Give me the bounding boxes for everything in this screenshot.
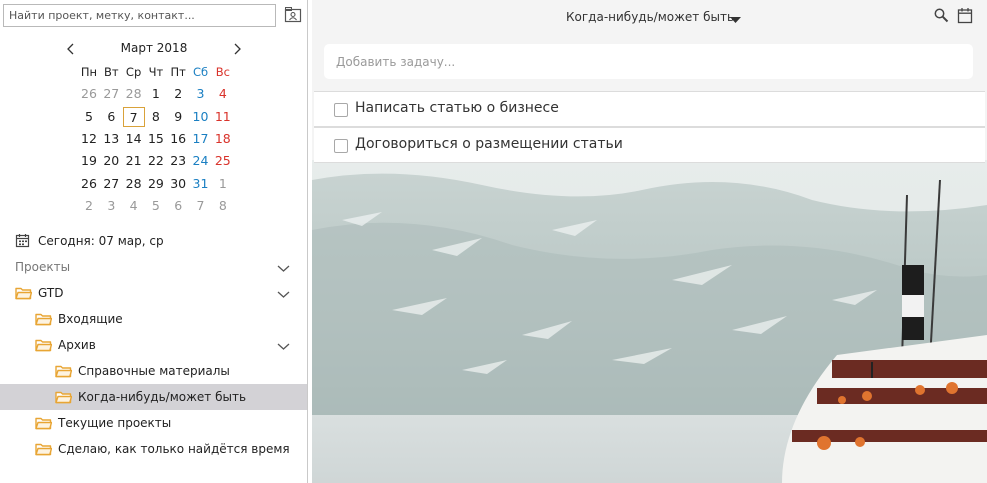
calendar-weekday: Сб: [192, 65, 209, 79]
calendar-weekday: Пн: [80, 65, 98, 79]
calendar-day[interactable]: 3: [100, 196, 122, 216]
task-checkbox[interactable]: [334, 139, 348, 153]
search-icon[interactable]: [934, 8, 949, 26]
sidebar: Март 2018 ПнВтСрЧтПтСбВс2627281234567891…: [0, 0, 308, 483]
calendar-weekday: Чт: [148, 65, 164, 79]
calendar-day[interactable]: 23: [167, 151, 189, 171]
calendar-day[interactable]: 25: [212, 151, 234, 171]
task-row[interactable]: Договориться о размещении статьи: [314, 127, 985, 163]
folder-icon: [35, 416, 53, 433]
calendar-weekday: Пт: [170, 65, 186, 79]
main-header: Когда-нибудь/может быть: [312, 0, 987, 34]
calendar-day[interactable]: 8: [145, 107, 167, 127]
calendar-day[interactable]: 3: [190, 84, 212, 104]
calendar-day[interactable]: 19: [78, 151, 100, 171]
calendar-day[interactable]: 29: [145, 174, 167, 194]
project-tree-item[interactable]: Справочные материалы: [0, 358, 307, 384]
folder-icon: [55, 364, 73, 381]
calendar-day[interactable]: 7: [190, 196, 212, 216]
projects-section-header[interactable]: Проекты: [0, 254, 307, 280]
task-label[interactable]: Написать статью о бизнесе: [355, 100, 559, 116]
calendar-day[interactable]: 24: [190, 151, 212, 171]
calendar-weekday: Ср: [125, 65, 142, 79]
calendar-weekday: Вт: [104, 65, 119, 79]
calendar-day[interactable]: 26: [78, 84, 100, 104]
project-label: Когда-нибудь/может быть: [78, 390, 247, 404]
folder-icon: [35, 312, 53, 329]
project-tree-item[interactable]: GTD: [0, 280, 307, 306]
chevron-right-icon[interactable]: [230, 41, 244, 57]
task-label[interactable]: Договориться о размещении статьи: [355, 136, 623, 152]
folder-icon: [35, 442, 53, 459]
calendar-day[interactable]: 27: [100, 174, 122, 194]
calendar-day[interactable]: 28: [123, 84, 145, 104]
calendar-day[interactable]: 18: [212, 129, 234, 149]
calendar-day[interactable]: 11: [212, 107, 234, 127]
calendar-month-label: Март 2018: [120, 41, 188, 55]
project-tree-item[interactable]: Входящие: [0, 306, 307, 332]
calendar-day[interactable]: 5: [78, 107, 100, 127]
calendar-day[interactable]: 6: [100, 107, 122, 127]
task-checkbox[interactable]: [334, 103, 348, 117]
calendar-day[interactable]: 17: [190, 129, 212, 149]
calendar-day[interactable]: 13: [100, 129, 122, 149]
calendar-day[interactable]: 15: [145, 129, 167, 149]
calendar-day[interactable]: 22: [145, 151, 167, 171]
calendar-day[interactable]: 1: [212, 174, 234, 194]
calendar-header: Март 2018: [60, 40, 250, 58]
add-task-input[interactable]: [324, 44, 973, 79]
project-label: Входящие: [58, 312, 123, 326]
folder-icon: [55, 390, 73, 407]
calendar-day[interactable]: 14: [123, 129, 145, 149]
project-label: Текущие проекты: [58, 416, 172, 430]
search-row: [3, 4, 305, 28]
project-label: Архив: [58, 338, 96, 352]
calendar-day[interactable]: 10: [190, 107, 212, 127]
calendar-weekday: Вс: [215, 65, 230, 79]
calendar-day[interactable]: 2: [167, 84, 189, 104]
calendar-day[interactable]: 26: [78, 174, 100, 194]
view-title[interactable]: Когда-нибудь/может быть: [566, 10, 734, 24]
calendar-day[interactable]: 9: [167, 107, 189, 127]
folder-icon: [35, 338, 53, 355]
calendar-day[interactable]: 8: [212, 196, 234, 216]
calendar-day[interactable]: 1: [145, 84, 167, 104]
calendar-day[interactable]: 12: [78, 129, 100, 149]
main-panel: Когда-нибудь/может быть Написать статью …: [312, 0, 987, 483]
calendar-day[interactable]: 5: [145, 196, 167, 216]
project-tree-item[interactable]: Когда-нибудь/может быть: [0, 384, 307, 410]
calendar-day[interactable]: 16: [167, 129, 189, 149]
project-label: GTD: [38, 286, 64, 300]
project-tree-item[interactable]: Сделаю, как только найдётся время: [0, 436, 307, 462]
calendar-day[interactable]: 20: [100, 151, 122, 171]
folder-icon: [15, 286, 33, 303]
projects-header-label: Проекты: [15, 260, 71, 274]
search-input[interactable]: [3, 4, 276, 27]
calendar-day[interactable]: 7: [122, 106, 145, 127]
chevron-down-icon[interactable]: [277, 340, 290, 354]
caret-down-icon[interactable]: [730, 13, 741, 27]
project-label: Справочные материалы: [78, 364, 230, 378]
calendar-day[interactable]: 31: [190, 174, 212, 194]
chevron-down-icon[interactable]: [277, 288, 290, 302]
calendar-day[interactable]: 21: [123, 151, 145, 171]
calendar-day[interactable]: 4: [212, 84, 234, 104]
calendar-day[interactable]: 30: [167, 174, 189, 194]
calendar-day[interactable]: 4: [123, 196, 145, 216]
chevron-down-icon[interactable]: [277, 262, 290, 276]
today-label: Сегодня: 07 мар, ср: [38, 234, 164, 248]
contact-card-icon[interactable]: [284, 6, 302, 24]
calendar-day[interactable]: 28: [123, 174, 145, 194]
calendar-day[interactable]: 2: [78, 196, 100, 216]
calendar-view-icon[interactable]: [957, 7, 973, 27]
calendar-day[interactable]: 6: [167, 196, 189, 216]
lake-ship-background-image: [312, 160, 987, 483]
calendar-icon: [15, 233, 30, 251]
calendar-day[interactable]: 27: [100, 84, 122, 104]
project-tree-item[interactable]: Архив: [0, 332, 307, 358]
task-row[interactable]: Написать статью о бизнесе: [314, 91, 985, 127]
chevron-left-icon[interactable]: [64, 41, 78, 57]
project-label: Сделаю, как только найдётся время: [58, 442, 290, 456]
project-tree-item[interactable]: Текущие проекты: [0, 410, 307, 436]
